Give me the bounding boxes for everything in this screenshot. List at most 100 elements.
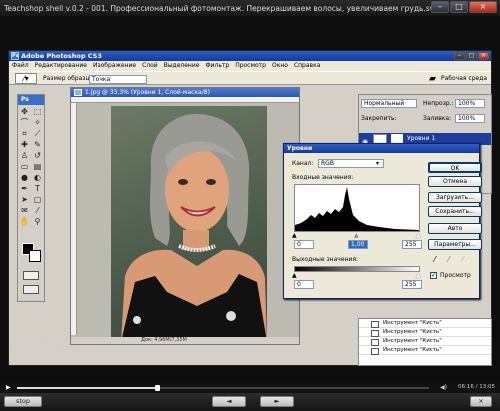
input-gamma-field[interactable]: 1,00	[348, 240, 368, 249]
channel-select[interactable]: RGB	[318, 159, 384, 168]
eraser-tool-icon[interactable]: ▭	[18, 161, 31, 172]
opacity-field[interactable]: 100%	[455, 99, 485, 108]
output-white-field[interactable]: 255	[402, 280, 422, 289]
history-item[interactable]: Инструмент "Кисть"	[359, 328, 491, 337]
volume-icon[interactable]: ◀)	[440, 384, 447, 391]
preview-checkbox[interactable]: ✓	[430, 272, 437, 279]
back-button[interactable]: ◄	[212, 396, 246, 407]
menu-select[interactable]: Выделение	[164, 61, 200, 71]
eyedropper-tool-preset-icon[interactable]: ⁄▾	[15, 73, 37, 84]
blend-mode-select[interactable]: Нормальный	[361, 99, 417, 108]
shape-tool-icon[interactable]: ▢	[31, 194, 44, 205]
fill-field[interactable]: 100%	[455, 114, 485, 123]
options-bar: ⁄▾ Размер образца: Точка ▰ Рабочая среда	[9, 71, 491, 85]
zoom-tool-icon[interactable]: ⚲	[31, 216, 44, 227]
input-gamma-slider-icon[interactable]: ▲	[354, 232, 359, 239]
player-titlebar: Teachshop shell v.0.2 - 001. Профессиона…	[0, 0, 500, 16]
close-button[interactable]: ×	[469, 1, 497, 13]
path-select-icon[interactable]: ➤	[18, 194, 31, 205]
screen-mode-icon[interactable]	[23, 285, 39, 294]
minimize-button[interactable]: –	[431, 1, 449, 13]
forward-button[interactable]: ►	[260, 396, 294, 407]
toolbox-header: Ps	[18, 95, 44, 105]
menu-file[interactable]: Файл	[12, 61, 29, 71]
output-white-slider-icon[interactable]: ▲	[416, 272, 421, 279]
magic-wand-tool-icon[interactable]: ✧	[31, 117, 44, 128]
history-item[interactable]: Инструмент "Кисть"	[359, 337, 491, 346]
chevron-down-icon[interactable]: ▾	[376, 160, 379, 167]
stop-button[interactable]: stop	[4, 396, 42, 407]
load-button[interactable]: Загрузить...	[428, 192, 482, 203]
slice-tool-icon[interactable]: ⟋	[31, 128, 44, 139]
auto-button[interactable]: Авто	[428, 223, 482, 234]
close-player-button[interactable]: ×	[470, 396, 492, 407]
lock-label: Закрепить:	[361, 115, 397, 122]
input-black-slider-icon[interactable]: ▲	[292, 232, 297, 239]
cancel-button[interactable]: Отмена	[428, 176, 482, 187]
ps-minimize-button[interactable]: –	[454, 52, 465, 60]
ok-button[interactable]: OK	[428, 162, 482, 173]
move-tool-icon[interactable]: ✥	[18, 106, 31, 117]
portrait-photo	[111, 106, 267, 342]
document-status: Док: 4,96M/7,35M	[71, 337, 299, 344]
menu-edit[interactable]: Редактирование	[35, 61, 87, 71]
menu-view[interactable]: Просмотр	[235, 61, 266, 71]
menu-filter[interactable]: Фильтр	[205, 61, 229, 71]
preview-label: Просмотр	[440, 272, 471, 279]
gray-eyedropper-icon[interactable]: ⁄	[448, 255, 449, 264]
input-white-field[interactable]: 255	[402, 240, 422, 249]
marquee-tool-icon[interactable]: ⬚	[31, 106, 44, 117]
output-black-slider-icon[interactable]: ▲	[292, 272, 297, 279]
history-panel: Инструмент "Кисть" Инструмент "Кисть" Ин…	[358, 318, 492, 366]
sample-size-label: Размер образца:	[43, 75, 96, 82]
notes-tool-icon[interactable]: ✉	[18, 205, 31, 216]
ps-maximize-button[interactable]: □	[466, 52, 477, 60]
history-item[interactable]: Инструмент "Кисть"	[359, 319, 491, 328]
type-tool-icon[interactable]: T	[31, 183, 44, 194]
history-brush-icon[interactable]: ↺	[31, 150, 44, 161]
dodge-tool-icon[interactable]: ◐	[31, 172, 44, 183]
seek-handle[interactable]	[155, 385, 161, 391]
workspace-label[interactable]: Рабочая среда	[441, 72, 487, 86]
input-black-field[interactable]: 0	[294, 240, 314, 249]
watermark-line: MayDesign	[12, 336, 48, 344]
black-eyedropper-icon[interactable]: ⁄	[434, 255, 435, 264]
watermark: MayDesign http://aleryoshy.com	[12, 336, 79, 352]
ruler-vertical	[71, 103, 77, 335]
menu-layer[interactable]: Слой	[142, 61, 158, 71]
histogram-graph	[295, 187, 419, 231]
play-icon[interactable]: ▶	[6, 384, 11, 391]
white-eyedropper-icon[interactable]: ⁄	[462, 255, 463, 264]
input-white-slider-icon[interactable]: ▲	[416, 232, 421, 239]
seek-track[interactable]	[17, 385, 429, 391]
pen-tool-icon[interactable]: ✒	[18, 183, 31, 194]
options-button[interactable]: Параметры...	[428, 239, 482, 250]
menu-help[interactable]: Справка	[294, 61, 320, 71]
eyedropper-tool-icon[interactable]: ⁄	[31, 205, 44, 216]
blur-tool-icon[interactable]: ●	[18, 172, 31, 183]
background-color-swatch[interactable]	[29, 250, 41, 262]
output-black-field[interactable]: 0	[294, 280, 314, 289]
hand-tool-icon[interactable]: ✋	[18, 216, 31, 227]
workspace-icon[interactable]: ▰	[429, 72, 436, 86]
opacity-label: Непрозр.:	[423, 100, 454, 107]
portrait-illustration	[121, 113, 267, 342]
gradient-tool-icon[interactable]: ▤	[31, 161, 44, 172]
save-button[interactable]: Сохранить...	[428, 206, 482, 217]
menu-window[interactable]: Окно	[272, 61, 288, 71]
maximize-button[interactable]: □	[450, 1, 468, 13]
crop-tool-icon[interactable]: ⌗	[18, 128, 31, 139]
histogram	[294, 184, 420, 232]
photoshop-logo-icon: Ps	[11, 52, 19, 60]
ruler-horizontal	[71, 97, 299, 103]
brush-tool-icon[interactable]: ✎	[31, 139, 44, 150]
levels-dialog: Уровни Канал: RGB ▾ Входные значения: ▲ …	[283, 143, 482, 299]
stamp-tool-icon[interactable]: ♙	[18, 150, 31, 161]
sample-size-select[interactable]: Точка	[89, 75, 147, 84]
lasso-tool-icon[interactable]: ⌒	[18, 117, 31, 128]
healing-tool-icon[interactable]: ✚	[18, 139, 31, 150]
history-item[interactable]: Инструмент "Кисть"	[359, 346, 491, 355]
menu-image[interactable]: Изображение	[93, 61, 136, 71]
ps-close-button[interactable]: ×	[478, 52, 489, 60]
quick-mask-icon[interactable]	[23, 271, 39, 280]
